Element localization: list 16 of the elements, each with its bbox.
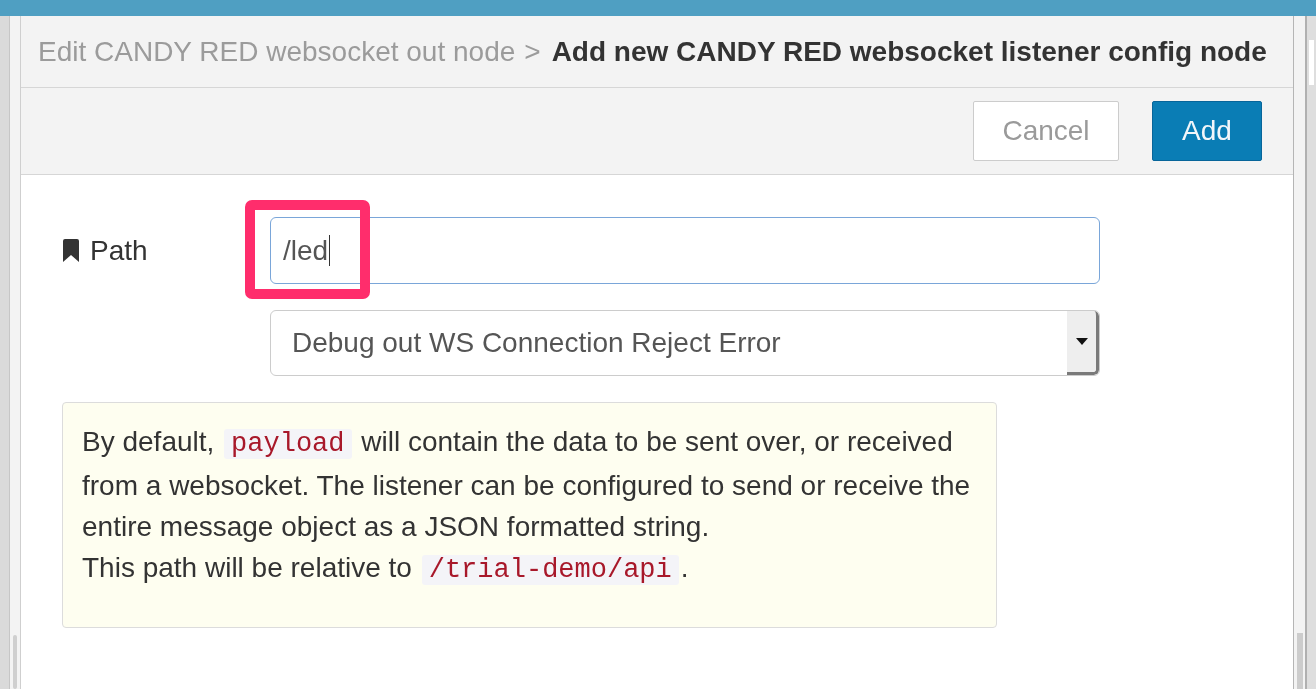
cancel-button[interactable]: Cancel — [973, 101, 1119, 161]
scrollbar-thumb[interactable] — [13, 635, 17, 689]
scrollbar-thumb[interactable] — [1309, 40, 1314, 85]
text-cursor — [329, 235, 331, 266]
add-button[interactable]: Add — [1152, 101, 1262, 161]
help-text: By default, payload will contain the data to be sent over, or received from a websocket. The listener can be configured to send or receive the entire message object as a JSON formatted string. — [82, 425, 972, 544]
bookmark-icon — [62, 239, 80, 262]
select-dropdown[interactable]: Debug out WS Connection Reject Error — [270, 310, 1100, 376]
breadcrumb-link[interactable]: Edit CANDY RED websocket out node — [38, 30, 516, 73]
help-text: This path will be relative to /trial-demo/api . — [82, 551, 690, 587]
dialog-title: Add new CANDY RED websocket listener config node — [551, 34, 1267, 69]
caret-icon — [1067, 311, 1099, 375]
breadcrumb-separator: > — [524, 34, 541, 69]
path-input[interactable]: /led — [270, 217, 1100, 284]
field-label: Path — [90, 233, 148, 268]
scrollbar-thumb[interactable] — [1296, 633, 1303, 689]
